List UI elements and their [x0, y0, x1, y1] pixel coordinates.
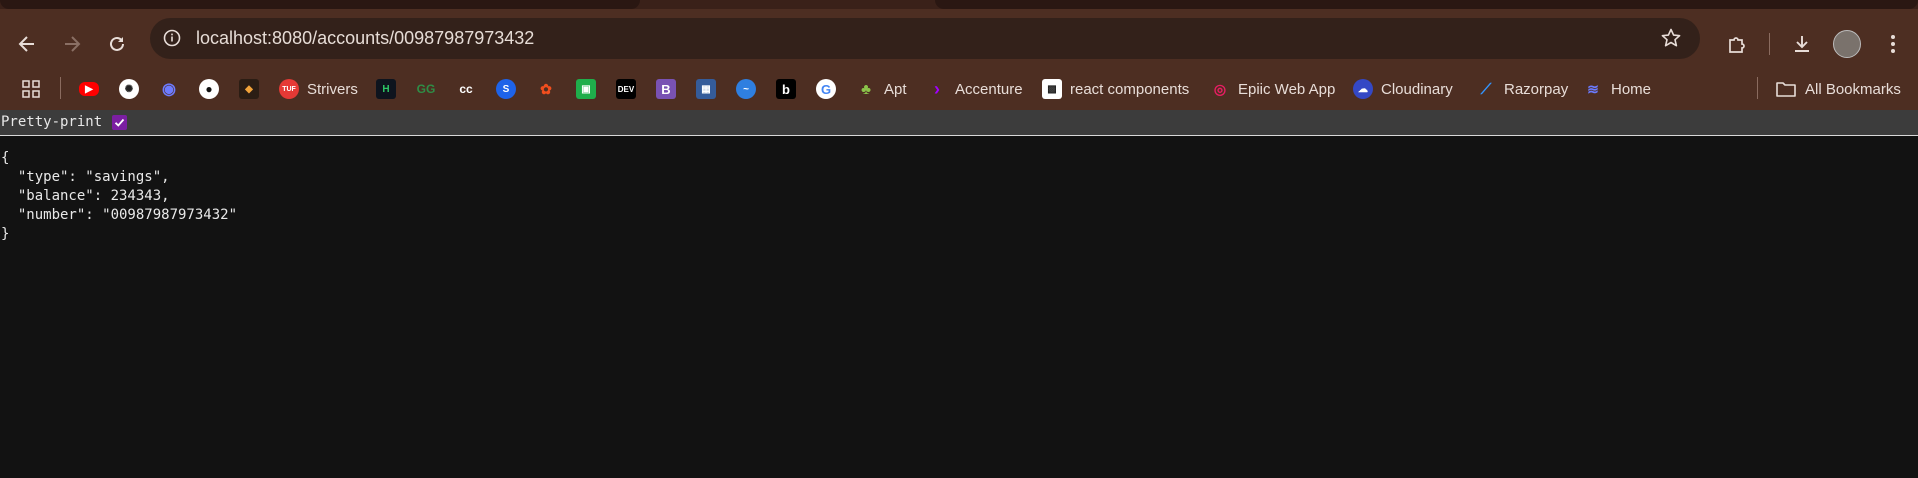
youtube-icon: ▶	[79, 82, 99, 96]
bookmark-cloudinary[interactable]: ☁ Cloudinary	[1353, 75, 1453, 103]
codechef-icon: cc	[459, 82, 473, 96]
bookmarks-divider	[60, 77, 61, 99]
forward-button[interactable]	[54, 26, 90, 62]
toolbar-divider	[1769, 33, 1770, 55]
tuf-icon: TUF	[279, 79, 299, 99]
scaler-icon: S	[496, 79, 516, 99]
download-icon	[1795, 36, 1809, 52]
arrow-right-icon	[65, 36, 81, 52]
figma-icon: ✿	[540, 80, 552, 97]
bookmark-google[interactable]: G	[816, 75, 836, 103]
bookmark-label: Strivers	[307, 80, 358, 98]
layers-icon: ≋	[1587, 80, 1599, 97]
bookmark-apt[interactable]: ♣ Apt	[856, 75, 907, 103]
reload-icon	[110, 36, 124, 51]
apps-grid-icon	[22, 80, 40, 98]
bookmark-scaler[interactable]: S	[496, 75, 516, 103]
bookmark-image[interactable]: ▦	[696, 75, 716, 103]
bookmark-react-components[interactable]: ▩ react components	[1042, 75, 1189, 103]
bookmark-label: react components	[1070, 80, 1190, 98]
downloads-button[interactable]	[1784, 26, 1820, 62]
bookmark-dev[interactable]: DEV	[616, 75, 636, 103]
avatar	[1833, 30, 1861, 58]
back-button[interactable]	[9, 26, 45, 62]
toolbar: localhost:8080/accounts/00987987973432	[0, 9, 1918, 68]
bookmark-label: Home	[1611, 80, 1652, 98]
tab[interactable]	[0, 0, 640, 9]
chatgpt-icon: ✺	[119, 79, 139, 99]
menu-button[interactable]	[1876, 26, 1910, 62]
tab[interactable]	[935, 0, 1918, 9]
pretty-print-checkbox[interactable]	[112, 115, 127, 130]
bookmark-youtube[interactable]: ▶	[79, 75, 99, 103]
bookmark-bold-b[interactable]: b	[776, 75, 796, 103]
bookmark-bootstrap[interactable]: B	[656, 75, 676, 103]
bookmark-label: Apt	[884, 80, 907, 98]
puzzle-icon	[1729, 37, 1745, 53]
razorpay-icon: ⟋	[1480, 80, 1492, 98]
cloudinary-icon: ☁	[1353, 79, 1373, 99]
app-icon: ◆	[239, 79, 259, 99]
bookmark-green-app[interactable]: ▣	[576, 75, 596, 103]
bookmark-app[interactable]: ◆	[239, 75, 259, 103]
bookmarks-divider	[1757, 77, 1758, 99]
green-app-icon: ▣	[576, 79, 596, 99]
bookmark-hackerrank[interactable]: H	[376, 75, 396, 103]
bookmark-label: Cloudinary	[1381, 80, 1453, 98]
browser-chrome: localhost:8080/accounts/00987987973432 ▶…	[0, 0, 1918, 110]
bookmark-deepseek[interactable]: ◉	[159, 75, 179, 103]
bookmark-strivers[interactable]: TUF Strivers	[279, 75, 358, 103]
address-bar[interactable]: localhost:8080/accounts/00987987973432	[150, 18, 1700, 59]
kebab-menu-icon	[1891, 35, 1895, 53]
chart-icon: ~	[736, 79, 756, 99]
json-content: { "type": "savings", "balance": 234343, …	[1, 150, 238, 242]
bookmark-label: Accenture	[955, 80, 1023, 98]
bookmark-geeksforgeeks[interactable]: GG	[416, 75, 436, 103]
all-bookmarks-button[interactable]: All Bookmarks	[1775, 75, 1901, 103]
profile-avatar[interactable]	[1829, 26, 1865, 62]
site-info-icon[interactable]	[160, 26, 184, 50]
bookmark-chart[interactable]: ~	[736, 75, 756, 103]
dev-icon: DEV	[616, 79, 636, 99]
tab-strip	[0, 0, 1918, 9]
bookmark-epiic-web-app[interactable]: ◎ Epiic Web App	[1210, 75, 1335, 103]
bookmark-label: Epiic Web App	[1238, 80, 1336, 98]
reload-button[interactable]	[99, 26, 135, 62]
image-icon: ▦	[696, 79, 716, 99]
bookmarks-bar: ▶ ✺ ◉ ● ◆ TUF Strivers H GG cc S ✿ ▣ DEV…	[0, 68, 1918, 110]
bookmark-home[interactable]: ≋ Home	[1583, 75, 1651, 103]
bookmark-star-icon[interactable]	[1660, 27, 1682, 54]
hackerrank-icon: H	[376, 79, 396, 99]
bootstrap-icon: B	[656, 79, 676, 99]
checkmark-icon	[114, 118, 125, 127]
github-icon: ●	[199, 79, 219, 99]
deepseek-icon: ◉	[162, 81, 176, 98]
pretty-print-bar: Pretty-print	[0, 110, 1918, 136]
url-text[interactable]: localhost:8080/accounts/00987987973432	[196, 18, 534, 59]
bookmark-label: Razorpay	[1504, 80, 1569, 98]
accenture-icon: ›	[934, 78, 940, 99]
bookmark-codechef[interactable]: cc	[456, 75, 476, 103]
apps-button[interactable]	[21, 75, 41, 103]
bookmark-github[interactable]: ●	[199, 75, 219, 103]
mushroom-icon: ♣	[861, 80, 871, 98]
google-icon: G	[816, 79, 836, 99]
folder-icon	[1776, 82, 1796, 97]
geeksforgeeks-icon: GG	[416, 82, 436, 96]
bookmark-accenture[interactable]: › Accenture	[927, 75, 1023, 103]
pretty-print-label: Pretty-print	[1, 114, 103, 130]
bookmark-chatgpt[interactable]: ✺	[119, 75, 139, 103]
swirl-icon: ◎	[1213, 80, 1227, 97]
bold-b-icon: b	[776, 79, 796, 99]
extensions-button[interactable]	[1719, 26, 1755, 62]
bookmark-figma[interactable]: ✿	[536, 75, 556, 103]
arrow-left-icon	[18, 36, 34, 52]
qr-icon: ▩	[1042, 79, 1062, 99]
bookmark-razorpay[interactable]: ⟋ Razorpay	[1476, 75, 1568, 103]
all-bookmarks-label: All Bookmarks	[1805, 80, 1901, 98]
